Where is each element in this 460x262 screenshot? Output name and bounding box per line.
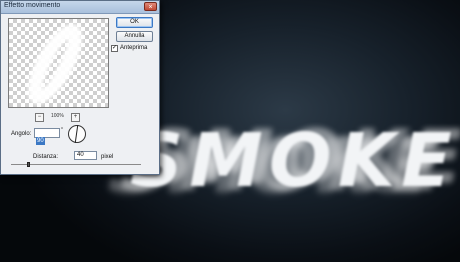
preview-checkbox[interactable]: ✓ — [111, 45, 118, 52]
preview-pane[interactable] — [8, 18, 109, 108]
angle-value: 90 — [36, 137, 45, 145]
distance-input[interactable]: 40 — [74, 151, 97, 160]
dialog-titlebar[interactable]: Effetto movimento × — [1, 1, 159, 14]
distance-label: Distanza: — [33, 154, 59, 160]
zoom-in-button[interactable]: + — [71, 113, 80, 122]
zoom-out-button[interactable]: − — [35, 113, 44, 122]
angle-label: Angolo: — [11, 131, 32, 137]
ok-button[interactable]: OK — [116, 17, 153, 28]
distance-unit: pixel — [101, 154, 114, 160]
angle-dial[interactable] — [68, 125, 86, 143]
zoom-level: 100% — [51, 113, 64, 119]
distance-slider-track[interactable] — [11, 164, 141, 165]
canvas-text-layer: SMOKE SMOKE SMOKE — [108, 114, 460, 228]
smoke-text: SMOKE — [130, 118, 458, 204]
dialog-title: Effetto movimento — [4, 2, 61, 9]
close-button[interactable]: × — [144, 2, 157, 11]
angle-dial-needle — [74, 125, 79, 143]
motion-blur-dialog: Effetto movimento × − 100% + OK Annulla … — [0, 0, 160, 175]
angle-input[interactable]: 90 — [34, 128, 60, 145]
distance-slider-thumb[interactable] — [26, 162, 30, 167]
cancel-button[interactable]: Annulla — [116, 31, 153, 42]
preview-checkbox-label: Anteprima — [120, 45, 148, 51]
angle-unit: ° — [61, 127, 63, 133]
preview-blurred-letter — [16, 19, 94, 107]
